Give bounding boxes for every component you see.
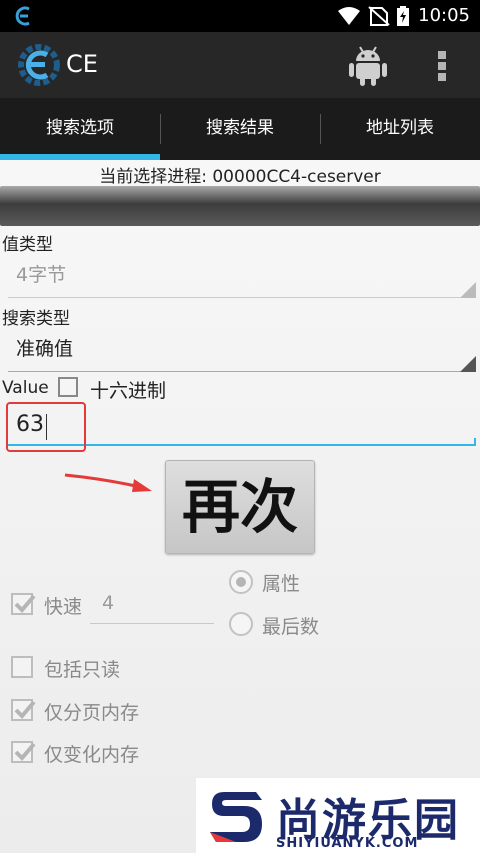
watermark: 尚游乐园 SHIYIUANYK.COM <box>196 778 480 853</box>
annotation-arrow-icon <box>64 473 152 492</box>
watermark-logo-icon <box>210 792 262 842</box>
changed-memory-label: 仅变化内存 <box>44 744 140 766</box>
paged-memory-label: 仅分页内存 <box>44 702 140 724</box>
tab-search-results[interactable]: 搜索结果 <box>160 98 320 160</box>
attribute-radio[interactable] <box>229 570 253 594</box>
tab-selected-indicator <box>0 154 160 160</box>
clock: 10:05 <box>418 5 470 26</box>
include-readonly-checkbox[interactable] <box>11 656 33 678</box>
no-sim-icon <box>368 6 390 26</box>
value-type-spinner[interactable]: 4字节 <box>0 252 476 298</box>
fast-label: 快速 <box>44 596 83 618</box>
tab-address-list[interactable]: 地址列表 <box>320 98 480 160</box>
checkmark-icon <box>14 742 36 761</box>
spinner-arrow-icon <box>460 356 476 372</box>
search-type-selected: 准确值 <box>16 338 74 360</box>
again-button[interactable]: 再次 <box>165 460 315 554</box>
input-corner <box>474 438 476 446</box>
tab-bar: 搜索选项 搜索结果 地址列表 <box>0 98 480 160</box>
input-underline <box>90 623 214 624</box>
current-process-label: 当前选择进程: 00000CC4-ceserver <box>99 167 381 187</box>
battery-charging-icon <box>397 6 409 26</box>
fast-value-input[interactable]: 4 <box>90 590 214 624</box>
checkmark-icon <box>14 594 36 613</box>
last-digits-radio-label: 最后数 <box>262 616 320 638</box>
cheat-engine-notification-icon <box>15 6 30 26</box>
spinner-underline <box>8 371 476 372</box>
hex-label: 十六进制 <box>90 380 167 402</box>
spinner-underline <box>8 297 476 298</box>
select-process-button[interactable] <box>0 186 480 226</box>
action-bar: CE <box>0 32 480 98</box>
last-digits-radio[interactable] <box>229 612 253 636</box>
radio-selected-dot <box>236 577 246 587</box>
changed-memory-checkbox[interactable] <box>11 741 36 763</box>
watermark-subtitle: SHIYIUANYK.COM <box>276 836 419 851</box>
app-title: CE <box>66 50 98 78</box>
checkmark-icon <box>14 700 36 719</box>
value-type-selected: 4字节 <box>16 264 67 286</box>
include-readonly-label: 包括只读 <box>44 659 121 681</box>
attribute-radio-label: 属性 <box>262 573 301 595</box>
tab-search-options[interactable]: 搜索选项 <box>0 98 160 160</box>
search-type-spinner[interactable]: 准确值 <box>0 326 476 372</box>
overflow-menu-icon[interactable] <box>432 48 452 84</box>
android-icon[interactable] <box>348 43 388 87</box>
value-label: Value <box>2 378 49 398</box>
status-bar: 10:05 <box>0 0 480 32</box>
annotation-highlight-box <box>6 402 86 452</box>
wifi-icon <box>338 7 360 25</box>
cheat-engine-logo <box>18 44 60 86</box>
hex-checkbox[interactable] <box>58 377 78 397</box>
fast-checkbox[interactable] <box>11 593 36 615</box>
spinner-arrow-icon <box>460 282 476 298</box>
fast-value-text: 4 <box>102 592 115 614</box>
paged-memory-checkbox[interactable] <box>11 699 36 721</box>
